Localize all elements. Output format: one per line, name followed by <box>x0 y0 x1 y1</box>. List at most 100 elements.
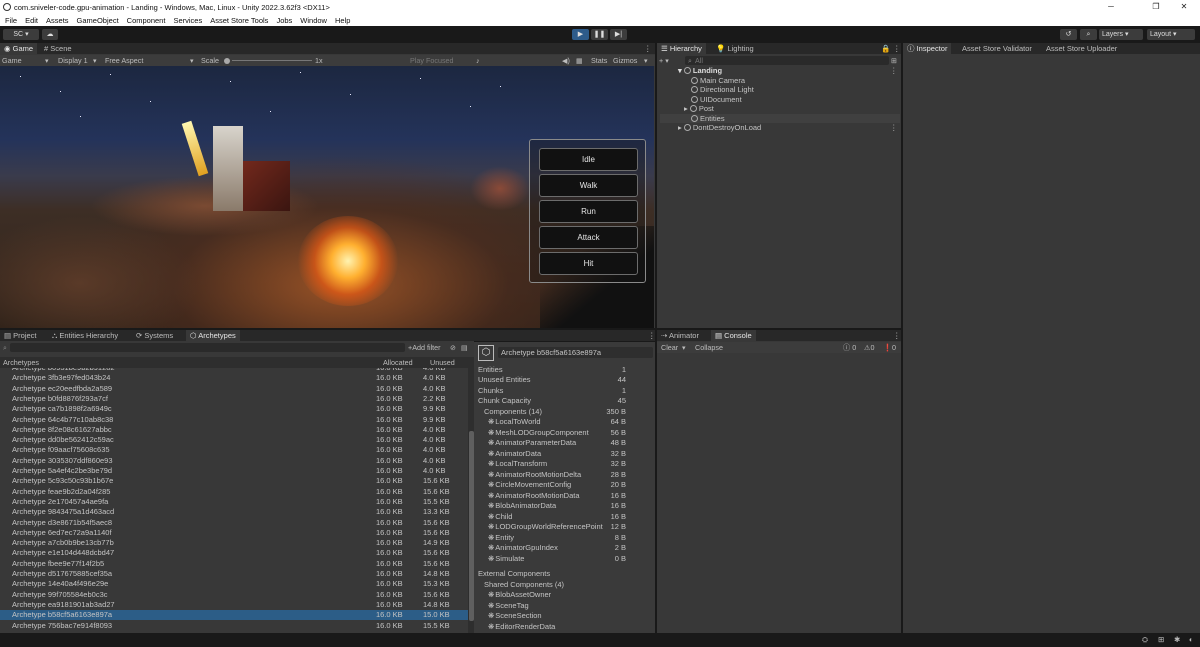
hierarchy-item-entities[interactable]: Entities <box>660 113 900 123</box>
tab-asset-store-validator[interactable]: Asset Store Validator <box>958 43 1036 54</box>
table-row[interactable]: Archetype 5c93c50c93b1b67e 16.0 KB 15.6 KB <box>0 476 468 486</box>
table-row[interactable]: Archetype d517675885cef35a 16.0 KB 14.8 KB <box>0 569 468 579</box>
tab-archetypes[interactable]: ⬡ Archetypes <box>186 330 240 341</box>
table-row[interactable]: Archetype 3fb3e97fed043b24 16.0 KB 4.0 KB <box>0 373 468 383</box>
attack-button[interactable]: Attack <box>539 226 638 249</box>
play-focused-dropdown[interactable]: Play Focused <box>410 55 454 66</box>
display-dropdown[interactable]: Display 1 <box>58 55 88 66</box>
menu-asset-store-tools[interactable]: Asset Store Tools <box>207 16 273 25</box>
scene-options-icon[interactable]: ⋮ <box>890 66 898 75</box>
layout-toggle-icon[interactable]: ▤ <box>461 342 468 353</box>
gizmos-button[interactable]: Gizmos <box>613 55 637 66</box>
component-row[interactable]: ❋LocalToWorld 64 B <box>474 417 654 428</box>
hierarchy-item-landing[interactable]: ▾ Landing <box>660 66 900 76</box>
table-row[interactable]: Archetype ea9181901ab3ad27 16.0 KB 14.8 KB <box>0 600 468 610</box>
component-row[interactable]: ❋Entity 8 B <box>474 533 654 544</box>
external-components-header[interactable]: External Components <box>474 569 654 580</box>
tab-animator[interactable]: ⇢ Animator <box>657 330 703 341</box>
minimize-button[interactable]: ─ <box>1095 0 1127 14</box>
collapse-button[interactable]: Collapse <box>695 342 723 353</box>
table-row[interactable]: Archetype ec20eedfbda2a589 16.0 KB 4.0 KB <box>0 384 468 394</box>
table-row[interactable]: Archetype d3e8671b54f5aec8 16.0 KB 15.6 KB <box>0 518 468 528</box>
table-row[interactable]: Archetype 9843475a1d463acd 16.0 KB 13.3 KB <box>0 507 468 517</box>
tab-hierarchy[interactable]: ☰ Hierarchy <box>657 43 706 54</box>
component-row[interactable]: ❋AnimatorRootMotionDelta 28 B <box>474 470 654 481</box>
shared-component-row[interactable]: ❋SceneTag <box>474 601 654 612</box>
search-icon[interactable]: ⌕ <box>1080 29 1097 40</box>
play-button[interactable]: ▶ <box>572 29 589 40</box>
table-row[interactable]: Archetype 14e40a4f496e29e 16.0 KB 15.3 KB <box>0 579 468 589</box>
tab-scene[interactable]: # Scene <box>40 43 76 54</box>
layout-dropdown[interactable]: Layout ▾ <box>1147 29 1195 40</box>
tab-project[interactable]: ▤ Project <box>0 330 41 341</box>
table-row[interactable]: Archetype 64c4b77c10ab8c38 16.0 KB 9.9 KB <box>0 415 468 425</box>
scale-slider-track[interactable] <box>232 60 312 61</box>
account-dropdown[interactable]: SC ▾ <box>3 29 39 40</box>
column-header-unused[interactable]: Unused <box>430 357 455 368</box>
game-viewport[interactable]: Idle Walk Run Attack Hit <box>0 66 654 328</box>
menu-services[interactable]: Services <box>170 16 207 25</box>
menu-component[interactable]: Component <box>124 16 171 25</box>
table-row[interactable]: Archetype 6ed7ec72a9a1140f 16.0 KB 15.6 KB <box>0 528 468 538</box>
mute-audio-icon[interactable]: ◀) <box>562 55 570 66</box>
table-row[interactable]: Archetype fbee9e77f14f2b5 16.0 KB 15.6 KB <box>0 559 468 569</box>
table-row[interactable]: Archetype f09aacf75608c635 16.0 KB 4.0 KB <box>0 445 468 455</box>
component-row[interactable]: ❋Child 16 B <box>474 512 654 523</box>
game-mode-dropdown[interactable]: Game <box>2 55 22 66</box>
component-row[interactable]: ❋AnimatorData 32 B <box>474 449 654 460</box>
debug-mode-icon[interactable]: ✱ <box>1174 635 1180 644</box>
more-options-icon[interactable]: ⋮ <box>640 43 656 54</box>
menu-assets[interactable]: Assets <box>43 16 74 25</box>
archetypes-search-input[interactable] <box>10 343 405 352</box>
hierarchy-item-dontdestroyonload[interactable]: ▸ DontDestroyOnLoad <box>660 123 900 133</box>
layers-dropdown[interactable]: Layers ▾ <box>1099 29 1143 40</box>
shared-component-row[interactable]: ❋BlobAssetOwner <box>474 590 654 601</box>
table-row[interactable]: Archetype 3035307ddf860e93 16.0 KB 4.0 KB <box>0 456 468 466</box>
cloud-icon[interactable]: ☁ <box>42 29 58 40</box>
table-row[interactable]: Archetype b58cf5a6163e897a 16.0 KB 15.0 KB <box>0 610 468 621</box>
close-button[interactable]: ✕ <box>1168 0 1200 14</box>
tab-console[interactable]: ▤ Console <box>711 330 756 341</box>
idle-button[interactable]: Idle <box>539 148 638 171</box>
column-header-allocated[interactable]: Allocated <box>383 357 413 368</box>
column-header-name[interactable]: Archetypes <box>3 357 39 368</box>
tab-systems[interactable]: ⟳ Systems <box>132 330 177 341</box>
hierarchy-item-uidocument[interactable]: UIDocument <box>660 95 900 105</box>
clear-button[interactable]: Clear <box>661 342 678 353</box>
component-row[interactable]: ❋AnimatorRootMotionData 16 B <box>474 491 654 502</box>
add-object-button[interactable]: + ▾ <box>659 55 669 66</box>
detail-stat[interactable]: Chunks 1 <box>474 386 654 397</box>
menu-jobs[interactable]: Jobs <box>273 16 297 25</box>
tab-asset-store-uploader[interactable]: Asset Store Uploader <box>1042 43 1121 54</box>
menu-window[interactable]: Window <box>297 16 332 25</box>
hit-button[interactable]: Hit <box>539 252 638 275</box>
warning-count-toggle[interactable]: ⚠0 <box>864 342 874 353</box>
table-row[interactable]: Archetype feae9b2d2a04f285 16.0 KB 15.6 KB <box>0 487 468 497</box>
pause-button[interactable]: ❚❚ <box>591 29 608 40</box>
menu-help[interactable]: Help <box>332 16 355 25</box>
menu-edit[interactable]: Edit <box>22 16 43 25</box>
tab-inspector[interactable]: ⓘ Inspector <box>903 43 952 54</box>
tab-lighting[interactable]: 💡 Lighting <box>712 43 758 54</box>
detail-stat[interactable]: Entities 1 <box>474 365 654 376</box>
hierarchy-item-main-camera[interactable]: Main Camera <box>660 76 900 86</box>
table-row[interactable]: Archetype dd0be562412c59ac 16.0 KB 4.0 KB <box>0 435 468 445</box>
table-row[interactable]: Archetype 8f2e08c61627abbc 16.0 KB 4.0 KB <box>0 425 468 435</box>
step-button[interactable]: ▶| <box>610 29 627 40</box>
menu-gameobject[interactable]: GameObject <box>74 16 124 25</box>
scale-slider-handle[interactable] <box>224 58 230 64</box>
add-filter-button[interactable]: +Add filter <box>408 342 441 353</box>
shared-components-foldout[interactable]: Shared Components (4) <box>474 580 654 591</box>
component-row[interactable]: ❋BlobAnimatorData 16 B <box>474 501 654 512</box>
menu-file[interactable]: File <box>2 16 22 25</box>
scene-options-icon[interactable]: ⋮ <box>890 123 898 132</box>
progress-icon[interactable]: ⛭ <box>1142 635 1148 645</box>
component-row[interactable]: ❋LocalTransform 32 B <box>474 459 654 470</box>
components-foldout[interactable]: Components (14) 350 B <box>474 407 654 418</box>
table-row[interactable]: Archetype 756bac7e914f8093 16.0 KB 15.5 KB <box>0 621 468 631</box>
component-row[interactable]: ❋LODGroupWorldReferencePoint 12 B <box>474 522 654 533</box>
frame-debugger-icon[interactable]: ▦ <box>576 55 583 66</box>
walk-button[interactable]: Walk <box>539 174 638 197</box>
component-row[interactable]: ❋AnimatorParameterData 48 B <box>474 438 654 449</box>
scrollbar-thumb[interactable] <box>468 431 474 621</box>
